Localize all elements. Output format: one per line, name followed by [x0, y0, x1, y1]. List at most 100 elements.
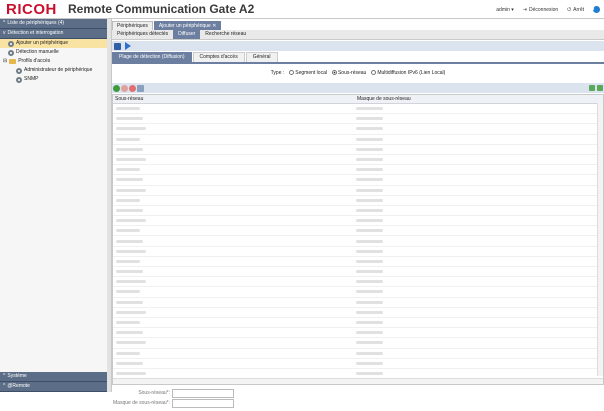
tab-add-device[interactable]: Ajouter un périphérique ✕ [153, 21, 222, 30]
table-row[interactable] [113, 328, 603, 339]
table-row[interactable] [113, 298, 603, 308]
export-icon[interactable] [589, 85, 595, 91]
table-row[interactable] [113, 145, 603, 155]
subnet-cell [116, 280, 146, 284]
radio-ipv6-multicast[interactable]: Multidiffusion IPv6 (Lien Local) [371, 70, 445, 76]
sidebar-item-manual-detection[interactable]: Détection manuelle [0, 48, 107, 57]
mask-cell [356, 229, 383, 233]
mask-cell [356, 198, 383, 202]
column-header-mask[interactable]: Masque de sous-réseau [355, 95, 597, 103]
mask-cell [356, 147, 383, 151]
add-icon[interactable] [113, 84, 120, 92]
subnet-input[interactable] [172, 388, 234, 398]
subnet-cell [116, 351, 140, 355]
table-row[interactable] [113, 236, 603, 247]
info-icon[interactable]: i [593, 6, 600, 13]
table-row[interactable] [113, 267, 603, 278]
table-row[interactable] [113, 124, 603, 135]
gear-icon [8, 40, 14, 47]
delete-icon[interactable] [129, 84, 136, 92]
mask-cell [356, 259, 383, 263]
edit-icon[interactable] [121, 84, 128, 92]
radio-local-segment[interactable]: Segment local [289, 70, 327, 76]
logout-button[interactable]: ⇥ Déconnexion [523, 7, 558, 13]
sidebar: ^ Liste de périphériques (4) v Détection… [0, 19, 108, 392]
subtab-broadcast[interactable]: Diffuser [173, 30, 201, 39]
user-name: admin ▾ [496, 6, 514, 13]
sidebar-section-system[interactable]: ^ Système [0, 372, 107, 382]
sidebar-item-device-admin[interactable]: Administrateur de périphérique [0, 66, 107, 75]
table-row[interactable] [113, 226, 603, 237]
tab-general[interactable]: Général [245, 52, 278, 62]
mask-cell [356, 371, 383, 375]
subtab-detected-devices[interactable]: Périphériques détectés [112, 30, 173, 39]
import-icon[interactable] [137, 84, 144, 92]
subnet-table: Sous-réseau Masque de sous-réseau [112, 94, 604, 385]
mask-cell [356, 239, 383, 243]
table-row[interactable] [113, 114, 603, 125]
table-row[interactable] [113, 155, 603, 166]
subnet-cell [116, 331, 143, 335]
sidebar-item-snmp[interactable]: SNMP [0, 75, 107, 84]
sidebar-section-device-list[interactable]: ^ Liste de périphériques (4) [0, 19, 107, 29]
table-row[interactable] [113, 308, 603, 318]
sidebar-section-label: @Remote [7, 383, 30, 389]
refresh-icon[interactable] [597, 85, 603, 91]
table-row[interactable] [113, 359, 603, 369]
table-row[interactable] [113, 277, 603, 288]
mask-cell [356, 249, 383, 253]
table-row[interactable] [113, 349, 603, 359]
mask-cell [356, 300, 383, 304]
table-row[interactable] [113, 165, 603, 176]
table-row[interactable] [113, 186, 603, 196]
table-header: Sous-réseau Masque de sous-réseau [113, 95, 603, 104]
main-tabs: Périphériques Ajouter un périphérique ✕ [112, 21, 222, 30]
tab-access-accounts[interactable]: Comptes d'accès [192, 52, 245, 62]
vertical-scrollbar[interactable] [597, 103, 603, 376]
subnet-cell [116, 147, 143, 151]
subnet-row: Sous-réseau*: [112, 388, 234, 398]
table-row[interactable] [113, 318, 603, 329]
horizontal-scrollbar[interactable] [113, 378, 603, 384]
subtab-network-search[interactable]: Recherche réseau [200, 30, 251, 39]
play-icon[interactable] [125, 42, 131, 50]
tab-devices[interactable]: Périphériques [112, 21, 153, 30]
stop-label: Arrêt [573, 6, 584, 13]
mask-cell [356, 188, 383, 192]
stop-button[interactable]: ⏻ Arrêt [567, 7, 584, 13]
table-row[interactable] [113, 257, 603, 267]
mask-cell [356, 219, 383, 223]
table-row[interactable] [113, 287, 603, 298]
sidebar-section-detection[interactable]: v Détection et interrogation [0, 29, 107, 39]
subnet-cell [116, 188, 146, 192]
table-row[interactable] [113, 104, 603, 115]
mask-input[interactable] [172, 398, 234, 408]
table-row[interactable] [113, 135, 603, 145]
radio-icon [289, 69, 295, 75]
user-menu[interactable]: admin ▾ [496, 7, 514, 13]
chevron-down-icon: v [3, 30, 6, 36]
table-row[interactable] [113, 216, 603, 227]
tab-detection-range[interactable]: Plage de détection (Diffusion) [112, 52, 192, 62]
mask-cell [356, 178, 383, 182]
mask-cell [356, 331, 383, 335]
table-row[interactable] [113, 206, 603, 217]
save-icon[interactable] [114, 42, 121, 50]
table-row[interactable] [113, 175, 603, 186]
type-selector: Type : Segment local Sous-réseau Multidi… [112, 68, 604, 77]
table-row[interactable] [113, 247, 603, 257]
radio-subnet[interactable]: Sous-réseau [331, 69, 366, 76]
sidebar-item-add-device[interactable]: Ajouter un périphérique [0, 39, 107, 48]
table-row[interactable] [113, 196, 603, 206]
column-header-subnet[interactable]: Sous-réseau [113, 95, 355, 103]
sidebar-section-remote[interactable]: ^ @Remote [0, 382, 107, 392]
sidebar-item-access-profiles[interactable]: ⊟ Profils d'accès [0, 57, 107, 66]
subnet-cell [116, 341, 146, 345]
mask-cell [356, 270, 383, 274]
collapse-icon: ⊟ [3, 58, 8, 64]
detail-tab-bar: Plage de détection (Diffusion) Comptes d… [112, 52, 604, 64]
radio-icon [331, 69, 337, 75]
radio-label: Segment local [295, 69, 327, 76]
table-row[interactable] [113, 338, 603, 349]
subnet-cell [116, 300, 143, 304]
